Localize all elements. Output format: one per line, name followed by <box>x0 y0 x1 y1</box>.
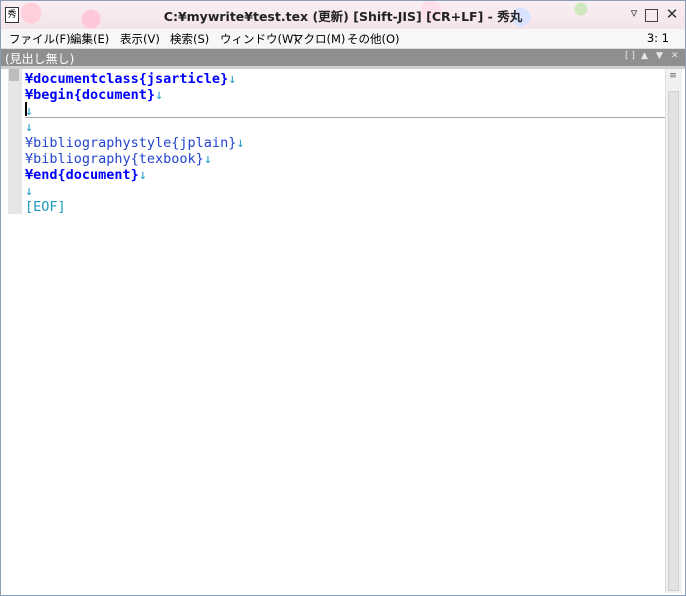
line-gutter <box>8 69 22 214</box>
editor-line-text: ¥end{document} <box>25 167 139 183</box>
title-bar[interactable]: 秀 C:¥mywrite¥test.tex (更新) [Shift-JIS] [… <box>1 1 685 30</box>
editor-line[interactable]: ¥end{document}↓ <box>25 167 147 183</box>
editor-line-text: ¥bibliographystyle{jplain} <box>25 135 237 151</box>
editor-line[interactable]: ↓ <box>25 119 33 135</box>
vertical-scrollbar[interactable]: ≡ <box>665 69 682 593</box>
editor-line[interactable]: ¥begin{document}↓ <box>25 87 163 103</box>
close-icon[interactable]: ✕ <box>665 7 679 22</box>
scrollbar-lines-icon[interactable]: ≡ <box>668 71 678 81</box>
editor-line[interactable]: ¥documentclass{jsarticle}↓ <box>25 71 236 87</box>
editor-line-text: ¥documentclass{jsarticle} <box>25 71 229 87</box>
editor-line[interactable]: [EOF] <box>25 199 66 215</box>
outline-down-icon[interactable]: ▼ <box>656 51 663 61</box>
menu-view[interactable]: 表示(V) <box>120 31 160 47</box>
menu-file[interactable]: ファイル(F) <box>9 31 71 47</box>
editor-line[interactable]: ↓ <box>25 183 33 199</box>
text-editor[interactable]: ¥documentclass{jsarticle}↓ ¥begin{documen… <box>25 69 665 589</box>
cursor-position: 3: 1 <box>646 31 669 45</box>
editor-line[interactable]: ¥bibliography{texbook}↓ <box>25 151 212 167</box>
outline-close-icon[interactable]: ✕ <box>671 51 679 61</box>
menu-window[interactable]: ウィンドウ(W) <box>220 31 298 47</box>
editor-line[interactable]: ¥bibliographystyle{jplain}↓ <box>25 135 244 151</box>
line-break-mark: ↓ <box>25 119 34 135</box>
line-break-mark: ↓ <box>138 167 147 183</box>
window-title: C:¥mywrite¥test.tex (更新) [Shift-JIS] [CR… <box>163 9 523 24</box>
editor-line-text: [EOF] <box>25 199 66 215</box>
editor-window: 秀 C:¥mywrite¥test.tex (更新) [Shift-JIS] [… <box>0 0 686 596</box>
menu-other[interactable]: その他(O) <box>347 31 400 47</box>
line-break-mark: ↓ <box>203 151 212 167</box>
menu-macro[interactable]: マクロ(M) <box>292 31 345 47</box>
line-break-mark: ↓ <box>236 135 245 151</box>
menu-search[interactable]: 検索(S) <box>170 31 209 47</box>
outline-label[interactable]: (見出し無し) <box>5 50 74 67</box>
line-break-mark: ↓ <box>25 183 34 199</box>
line-break-mark: ↓ <box>155 87 164 103</box>
current-line-marker <box>9 69 19 81</box>
editor-line-text: ¥begin{document} <box>25 87 156 103</box>
outline-header-bar: (見出し無し) [ ] ▲ ▼ ✕ <box>1 49 685 66</box>
menu-edit[interactable]: 編集(E) <box>70 31 109 47</box>
text-caret <box>25 102 27 116</box>
minimize-icon[interactable]: ▿ <box>627 7 641 21</box>
line-break-mark: ↓ <box>228 71 237 87</box>
maximize-icon[interactable] <box>645 9 658 22</box>
cursor-line-underline <box>25 117 665 118</box>
menu-bar: ファイル(F) 編集(E) 表示(V) 検索(S) ウィンドウ(W) マクロ(M… <box>1 29 685 49</box>
outline-bracket-icon[interactable]: [ ] <box>625 51 635 61</box>
editor-line-text: ¥bibliography{texbook} <box>25 151 204 167</box>
outline-up-icon[interactable]: ▲ <box>641 51 648 61</box>
scrollbar-thumb[interactable] <box>668 91 679 591</box>
